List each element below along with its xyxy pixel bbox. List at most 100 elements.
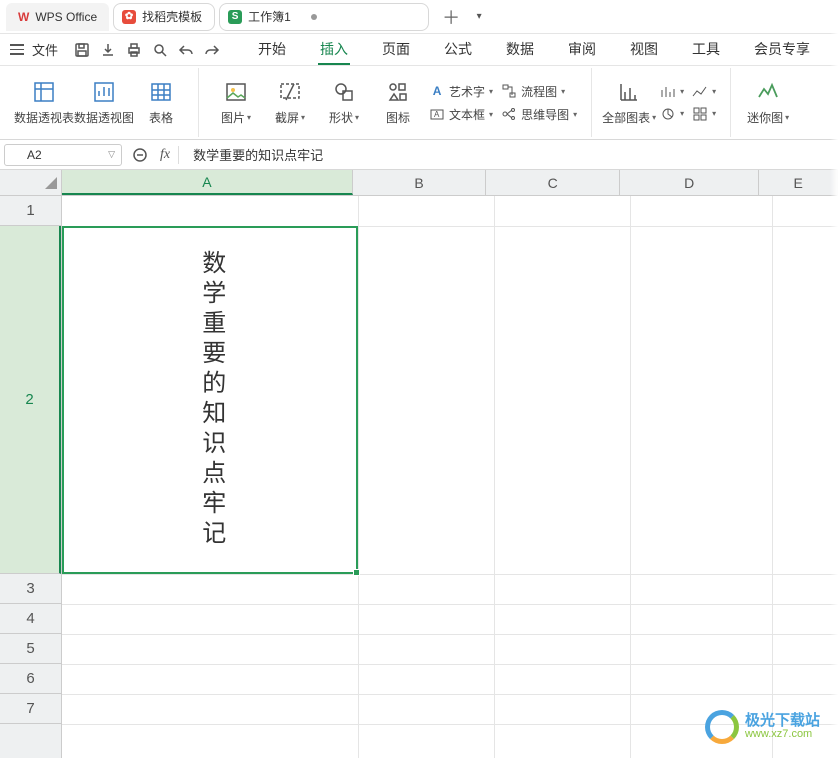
export-icon[interactable] [96,38,120,62]
chevron-down-icon: ▾ [573,110,577,119]
chevron-down-icon: ▾ [301,113,305,122]
fill-handle[interactable] [353,569,360,576]
sparkline-label: 迷你图 [747,109,783,126]
chart-icon [616,79,642,105]
picture-label: 图片 [221,109,245,126]
tab-data[interactable]: 数据 [504,35,536,65]
wordart-icon: A [429,83,445,99]
app-tab-wps[interactable]: W WPS Office [6,3,109,31]
pivot-chart-button[interactable]: 数据透视图 [74,70,134,136]
tab-insert[interactable]: 插入 [318,35,350,65]
pivot-table-button[interactable]: 数据透视表 [14,70,74,136]
select-all-corner[interactable] [0,170,62,196]
chart-type-bar[interactable]: ▾ [660,84,684,100]
more-chart-icon [692,106,708,122]
pivot-table-icon [31,79,57,105]
row-header-7[interactable]: 7 [0,694,61,724]
menu-bar: 文件 开始 插入 页面 公式 数据 审阅 视图 工具 会员专享 [0,34,838,66]
table-label: 表格 [149,109,173,126]
cells-area[interactable]: 数学重要的知识点牢记 [62,196,838,758]
cell-A2[interactable]: 数学重要的知识点牢记 [62,226,358,574]
sparkline-button[interactable]: 迷你图▾ [741,70,795,136]
row-headers: 1 2 3 4 5 6 7 [0,196,62,758]
row-header-5[interactable]: 5 [0,634,61,664]
table-icon [148,79,174,105]
tab-tools[interactable]: 工具 [690,35,722,65]
chart-type-pie[interactable]: ▾ [660,106,684,122]
tab-template-store[interactable]: ✿ 找稻壳模板 [113,3,215,31]
formula-bar: A2 ▽ fx [0,140,838,170]
tab-workbook[interactable]: S 工作簿1 [219,3,429,31]
row-header-4[interactable]: 4 [0,604,61,634]
formula-input[interactable] [187,147,834,162]
flowchart-icon [501,83,517,99]
flowchart-button[interactable]: 流程图 ▾ [501,83,577,100]
col-header-B[interactable]: B [353,170,487,195]
textbox-icon: A [429,106,445,122]
chevron-down-icon: ▾ [712,109,716,118]
tab-list-dropdown[interactable]: ▾ [467,5,491,29]
new-tab-button[interactable]: ＋ [439,5,463,29]
separator [178,146,179,164]
col-header-D[interactable]: D [620,170,759,195]
tab-member[interactable]: 会员专享 [752,35,812,65]
col-header-A[interactable]: A [62,170,353,195]
chart-type-more[interactable]: ▾ [692,106,716,122]
print-preview-icon[interactable] [148,38,172,62]
watermark-line1: 极光下载站 [745,713,820,729]
mindmap-label: 思维导图 [521,106,569,123]
spreadsheet-icon: S [228,10,242,24]
chevron-down-icon: ▾ [561,87,565,96]
chevron-down-icon: ▾ [785,113,789,122]
col-header-E[interactable]: E [759,170,838,195]
tab-template-label: 找稻壳模板 [142,8,202,25]
all-charts-label: 全部图表 [602,109,650,126]
table-button[interactable]: 表格 [134,70,188,136]
redo-icon[interactable] [200,38,224,62]
textbox-button[interactable]: A 文本框 ▾ [429,106,493,123]
hamburger-menu-icon[interactable] [6,39,28,61]
unsaved-dot-icon [311,14,317,20]
row-header-2[interactable]: 2 [0,226,61,574]
chevron-down-icon: ▾ [680,109,684,118]
spreadsheet-grid: A B C D E 1 2 3 4 5 6 7 数学重要的知识点牢记 [0,170,838,758]
svg-text:A: A [434,110,440,119]
line-chart-icon [692,84,708,100]
chevron-down-icon: ▾ [355,113,359,122]
textbox-label: 文本框 [449,106,485,123]
watermark: 极光下载站 www.xz7.com [705,710,820,744]
print-icon[interactable] [122,38,146,62]
chevron-down-icon: ▾ [680,87,684,96]
icon-button[interactable]: 图标 [371,70,425,136]
mindmap-button[interactable]: 思维导图 ▾ [501,106,577,123]
save-icon[interactable] [70,38,94,62]
tab-start[interactable]: 开始 [256,35,288,65]
row-header-1[interactable]: 1 [0,196,61,226]
tab-review[interactable]: 审阅 [566,35,598,65]
tab-view[interactable]: 视图 [628,35,660,65]
icon-label: 图标 [386,109,410,126]
screenshot-button[interactable]: 截屏▾ [263,70,317,136]
picture-icon [223,79,249,105]
wordart-button[interactable]: A 艺术字 ▾ [429,83,493,100]
bar-chart-icon [660,84,676,100]
tab-formula[interactable]: 公式 [442,35,474,65]
row-header-3[interactable]: 3 [0,574,61,604]
shape-icon [331,79,357,105]
all-charts-button[interactable]: 全部图表▾ [602,70,656,136]
fx-icon[interactable]: fx [160,147,170,163]
name-box[interactable]: A2 ▽ [4,144,122,166]
picture-button[interactable]: 图片▾ [209,70,263,136]
tab-page[interactable]: 页面 [380,35,412,65]
mindmap-icon [501,106,517,122]
file-menu[interactable]: 文件 [32,40,58,59]
chevron-down-icon: ▾ [489,110,493,119]
shape-button[interactable]: 形状▾ [317,70,371,136]
chart-type-line[interactable]: ▾ [692,84,716,100]
cancel-formula-icon[interactable] [128,143,152,167]
sparkline-icon [755,79,781,105]
undo-icon[interactable] [174,38,198,62]
col-header-C[interactable]: C [486,170,620,195]
row-header-6[interactable]: 6 [0,664,61,694]
icon-lib-icon [385,79,411,105]
